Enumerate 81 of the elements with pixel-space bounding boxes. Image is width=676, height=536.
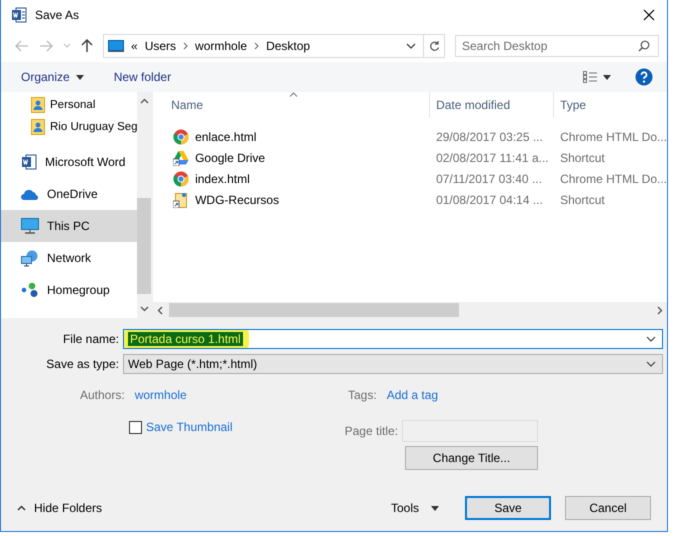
help-icon[interactable] [635,68,653,86]
type-cell-text: Chrome HTML Do... [559,130,667,144]
date-cell-text: 07/11/2017 03:40 ... [435,172,543,186]
up-arrow-icon[interactable] [81,39,93,53]
save-button[interactable]: Save [465,496,551,520]
window-title: Save As [35,8,80,22]
cancel-button[interactable]: Cancel [565,496,651,520]
contact-folder-icon [31,119,45,135]
contact-folder-icon [31,97,45,113]
file-name[interactable]: WDG-Recursos [195,192,280,206]
change-title-button[interactable]: Change Title... [405,446,538,470]
authors-label: Authors: [80,388,125,402]
drive-shortcut-icon [173,150,190,166]
scroll-up-icon[interactable] [140,98,149,104]
new-folder-button[interactable]: New folder [114,70,172,84]
horizontal-scrollbar[interactable] [153,302,667,318]
column-header[interactable]: Name [153,92,430,118]
column-header[interactable]: Type [553,92,667,118]
sort-caret-icon [289,92,298,97]
dropdown-caret-icon[interactable] [406,43,416,49]
close-icon[interactable] [643,9,655,21]
caret-icon [431,506,439,510]
breadcrumb[interactable]: Desktop [266,39,310,53]
sidebar-item[interactable]: Rio Uruguay Seg [1,116,137,138]
type-cell-text: Shortcut [559,150,606,164]
search-box[interactable]: Search Desktop [455,35,659,57]
type-cell-text: Shortcut [559,192,606,206]
breadcrumb[interactable]: Users [144,39,176,53]
tools-menu[interactable]: Tools [390,501,419,515]
file-name-field[interactable]: Portada curso 1.html [123,328,663,348]
dropdown-caret-icon [646,336,656,342]
field-label: File name: [62,332,120,346]
chevron-icon [254,42,260,50]
network-icon [21,250,39,266]
view-list-icon[interactable] [583,71,597,83]
chevron-icon [183,42,188,50]
word-icon [21,154,37,170]
word-icon [11,7,27,23]
sidebar-item[interactable]: Personal [1,94,137,116]
scroll-down-icon[interactable] [140,306,149,312]
computer-icon [108,40,124,52]
scroll-right-icon[interactable] [657,306,663,314]
date-cell-text: 02/08/2017 11:41 a... [435,150,550,164]
chrome-icon [173,170,190,186]
save-type-dropdown[interactable]: Web Page (*.htm;*.html) [123,354,663,374]
date-cell-text: 01/08/2017 04:14 ... [435,192,544,206]
sidebar-item[interactable]: Homegroup [1,274,137,306]
sidebar-item[interactable]: OneDrive [1,178,137,210]
homegroup-icon [21,282,39,298]
date-cell-text: 29/08/2017 03:25 ... [435,130,544,144]
add-tag-link[interactable]: Add a tag [386,388,438,402]
authors-link[interactable]: wormhole [134,388,187,402]
file-name[interactable]: index.html [195,172,250,186]
breadcrumb[interactable]: wormhole [195,39,248,53]
dropdown-caret-icon [646,360,656,366]
chevron-up-icon [17,505,26,511]
tags-label: Tags: [348,388,377,402]
scrollbar[interactable] [136,92,152,318]
organize-menu[interactable]: Organize [21,70,70,84]
field-label: Save as type: [45,356,120,370]
caret-icon[interactable] [603,74,611,80]
chrome-icon [173,128,190,144]
refresh-icon [428,40,440,52]
address-bar[interactable]: « Users wormhole Desktop [103,34,445,58]
breadcrumb-overflow[interactable]: « [131,39,138,53]
save-thumbnail-checkbox[interactable]: Save Thumbnail [1,420,346,470]
cloud-icon [21,188,39,200]
computer-icon [21,218,39,234]
scroll-left-icon[interactable] [157,306,164,314]
sidebar-item[interactable]: Microsoft Word [1,146,137,178]
file-name[interactable]: enlace.html [195,130,256,144]
page-title-label: Page title: [344,424,398,438]
sidebar-item[interactable]: Network [1,242,137,274]
hide-folders-button[interactable]: Hide Folders [17,501,102,515]
search-icon [638,40,650,52]
sidebar-item[interactable]: This PC [1,210,137,242]
caret-icon [76,74,84,80]
column-header[interactable]: Date modified [429,92,554,118]
folder-shortcut-icon [173,192,190,208]
type-cell-text: Chrome HTML Do... [559,172,667,186]
file-name[interactable]: Google Drive [195,150,266,164]
